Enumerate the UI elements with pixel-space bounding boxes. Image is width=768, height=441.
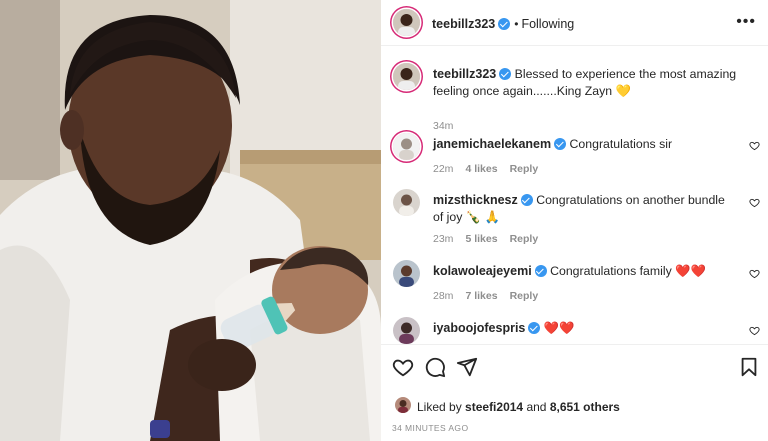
send-icon[interactable]: [456, 356, 478, 378]
comment-text-block: kolawoleajeyemi Congratulations family ❤…: [433, 263, 738, 280]
verified-badge-icon: [499, 68, 512, 80]
verified-badge-icon: [528, 322, 541, 334]
reply-button[interactable]: Reply: [510, 163, 539, 175]
instagram-post-view: teebillz323 • Following ••• teebillz323 Bl…: [0, 0, 768, 441]
comment-item: kolawoleajeyemi Congratulations family ❤…: [381, 258, 768, 308]
bookmark-icon[interactable]: [738, 356, 760, 378]
comment-username[interactable]: iyaboojofespris: [433, 321, 525, 335]
caption-item: teebillz323 Blessed to experience the mo…: [381, 61, 768, 132]
more-options-icon[interactable]: •••: [736, 13, 756, 31]
photo-illustration: [0, 0, 381, 441]
post-detail-panel: teebillz323 • Following ••• teebillz323 Bl…: [381, 0, 768, 441]
comment-item: mizsthicknesz Congratulations on another…: [381, 187, 768, 257]
verified-badge-icon: [534, 265, 547, 277]
comment-item: janemichaelekanem Congratulations sir 22…: [381, 131, 768, 181]
caption-username[interactable]: teebillz323: [433, 67, 496, 81]
liker-username[interactable]: steefi2014: [465, 400, 523, 414]
comment-item: iyaboojofespris ❤️❤️: [381, 315, 768, 344]
caption-emoji: 💛: [615, 84, 631, 98]
comment-heart-icon[interactable]: [749, 140, 760, 151]
liked-by-text: Liked by steefi2014 and 8,651 others: [417, 400, 620, 414]
comment-time: 22m: [433, 163, 454, 175]
comment-emoji: 🍾 🙏: [465, 210, 500, 224]
post-timestamp: 34 MINUTES AGO: [392, 423, 469, 433]
comment-icon[interactable]: [424, 356, 446, 378]
post-photo[interactable]: [0, 0, 381, 441]
comment-heart-icon[interactable]: [749, 325, 760, 336]
commenter-avatar[interactable]: [393, 189, 420, 216]
liker-avatar[interactable]: [395, 397, 411, 413]
comment-username[interactable]: kolawoleajeyemi: [433, 264, 532, 278]
comment-meta: 23m 5 likes Reply: [433, 233, 550, 245]
comment-username[interactable]: mizsthicknesz: [433, 193, 518, 207]
commenter-avatar[interactable]: [393, 133, 420, 160]
liked-by-prefix: Liked by: [417, 400, 462, 414]
comment-text: Congratulations family: [550, 264, 672, 278]
comment-likes[interactable]: 7 likes: [465, 290, 497, 302]
comment-text: Congratulations sir: [569, 137, 673, 151]
comment-text-block: iyaboojofespris ❤️❤️: [433, 320, 738, 337]
comment-likes[interactable]: 4 likes: [465, 163, 497, 175]
separator-dot: •: [514, 17, 519, 31]
comment-meta: 22m 4 likes Reply: [433, 163, 550, 175]
comment-username[interactable]: janemichaelekanem: [433, 137, 551, 151]
comments-list: teebillz323 Blessed to experience the mo…: [381, 47, 768, 344]
comment-time: 28m: [433, 290, 454, 302]
comment-likes[interactable]: 5 likes: [465, 233, 497, 245]
following-button[interactable]: Following: [521, 17, 574, 31]
comment-meta: 28m 7 likes Reply: [433, 290, 550, 302]
comment-text-block: janemichaelekanem Congratulations sir: [433, 136, 738, 153]
verified-badge-icon: [498, 18, 511, 30]
likes-count[interactable]: 8,651 others: [550, 400, 620, 414]
verified-badge-icon: [554, 138, 567, 150]
reply-button[interactable]: Reply: [510, 290, 539, 302]
author-username[interactable]: teebillz323: [432, 17, 495, 31]
author-avatar[interactable]: [393, 9, 420, 36]
comment-emoji: ❤️❤️: [675, 264, 706, 278]
commenter-avatar[interactable]: [393, 260, 420, 287]
comment-heart-icon[interactable]: [749, 268, 760, 279]
comment-time: 23m: [433, 233, 454, 245]
heart-icon[interactable]: [392, 356, 414, 378]
post-header: teebillz323 • Following •••: [381, 0, 768, 46]
reply-button[interactable]: Reply: [510, 233, 539, 245]
liked-by-joiner: and: [526, 400, 547, 414]
commenter-avatar[interactable]: [393, 317, 420, 344]
caption-avatar[interactable]: [393, 63, 420, 90]
post-actions: Liked by steefi2014 and 8,651 others 34 …: [381, 344, 768, 441]
comment-heart-icon[interactable]: [749, 197, 760, 208]
caption-text-block: teebillz323 Blessed to experience the mo…: [433, 66, 738, 100]
verified-badge-icon: [520, 194, 533, 206]
comment-emoji: ❤️❤️: [543, 321, 575, 335]
comment-text-block: mizsthicknesz Congratulations on another…: [433, 192, 738, 226]
